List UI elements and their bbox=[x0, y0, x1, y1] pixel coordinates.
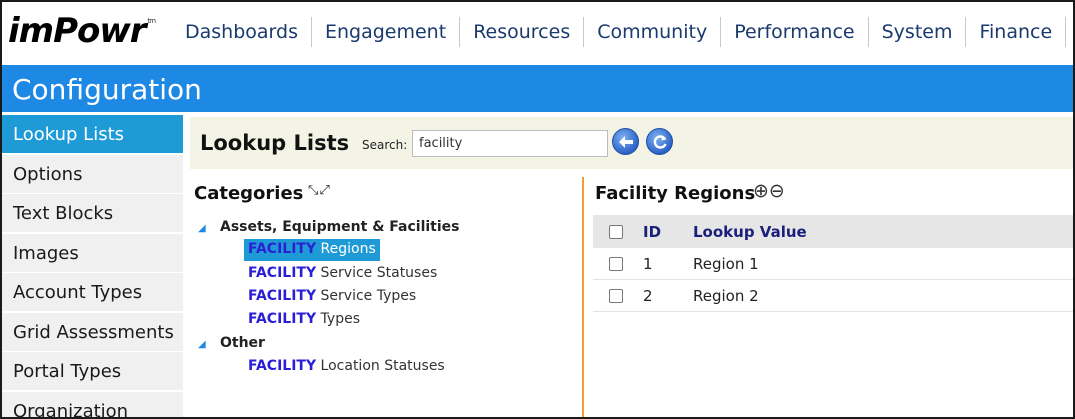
sidebar-item-account-types[interactable]: Account Types bbox=[2, 273, 183, 312]
lookup-values-grid: ID Lookup Value 1 Region 1 2 Region 2 bbox=[593, 215, 1073, 312]
main-nav: Dashboards Engagement Resources Communit… bbox=[172, 16, 1073, 48]
row-checkbox[interactable] bbox=[609, 256, 623, 271]
lookup-lists-header: Lookup Lists Search: bbox=[190, 117, 1073, 169]
main-content: Lookup Lists Search: Categories ⤡⤢ ◢Asse… bbox=[190, 117, 1073, 417]
tree-item-facility-types[interactable]: FACILITY Types bbox=[244, 309, 364, 331]
back-button[interactable] bbox=[612, 128, 639, 155]
panel-splitter[interactable] bbox=[582, 177, 584, 417]
regions-actions: ⊕⊖ bbox=[753, 180, 785, 202]
row-id: 2 bbox=[643, 286, 653, 305]
search-input[interactable] bbox=[412, 130, 608, 157]
tree-group-other[interactable]: ◢ Other bbox=[198, 335, 265, 351]
row-id: 1 bbox=[643, 254, 653, 273]
refresh-button[interactable] bbox=[646, 128, 673, 155]
nav-dashboards[interactable]: Dashboards bbox=[172, 17, 312, 47]
back-arrow-icon bbox=[618, 135, 633, 148]
categories-toggle-icons: ⤡⤢ bbox=[308, 183, 331, 198]
refresh-icon bbox=[653, 134, 667, 149]
sidebar-item-options[interactable]: Options bbox=[2, 154, 183, 194]
sidebar-item-portal-types[interactable]: Portal Types bbox=[2, 352, 183, 391]
tree-expanded-arrow-icon[interactable]: ◢ bbox=[198, 339, 220, 350]
column-lookup-value[interactable]: Lookup Value bbox=[693, 223, 807, 241]
nav-system[interactable]: System bbox=[869, 17, 967, 47]
facility-regions-panel: Facility Regions ⊕⊖ ID Lookup Value 1 Re… bbox=[590, 177, 1073, 417]
section-title: Lookup Lists bbox=[200, 131, 350, 155]
sidebar-item-images[interactable]: Images bbox=[2, 233, 183, 273]
sidebar-item-text-blocks[interactable]: Text Blocks bbox=[2, 194, 183, 233]
page-title: Configuration bbox=[12, 73, 202, 106]
configuration-bar: Configuration bbox=[2, 65, 1073, 112]
nav-engagement[interactable]: Engagement bbox=[312, 17, 461, 47]
sidebar-item-grid-assessments[interactable]: Grid Assessments bbox=[2, 312, 183, 352]
grid-header: ID Lookup Value bbox=[593, 215, 1073, 248]
app-frame: imPowr tm Dashboards Engagement Resources… bbox=[0, 0, 1075, 419]
row-value: Region 1 bbox=[693, 254, 759, 273]
sidebar: Lookup Lists Options Text Blocks Images … bbox=[2, 115, 183, 417]
table-row[interactable]: 1 Region 1 bbox=[593, 248, 1073, 280]
nav-finance[interactable]: Finance bbox=[966, 17, 1067, 47]
column-id[interactable]: ID bbox=[643, 223, 679, 241]
table-row[interactable]: 2 Region 2 bbox=[593, 280, 1073, 312]
categories-panel: Categories ⤡⤢ ◢ Assets, Equipment & Facil… bbox=[190, 177, 582, 417]
tree-item-facility-service-types[interactable]: FACILITY Service Types bbox=[244, 286, 420, 308]
search-label: Search: bbox=[362, 138, 408, 152]
impowr-logo[interactable]: imPowr tm bbox=[8, 11, 156, 51]
tree-expanded-arrow-icon[interactable]: ◢ bbox=[198, 223, 220, 234]
sidebar-item-lookup-lists[interactable]: Lookup Lists bbox=[2, 115, 183, 154]
nav-community[interactable]: Community bbox=[584, 17, 722, 47]
top-bar: imPowr tm Dashboards Engagement Resources… bbox=[2, 2, 1073, 64]
sidebar-item-organization-types[interactable]: Organization Types bbox=[2, 391, 183, 417]
row-value: Region 2 bbox=[693, 286, 759, 305]
tree-item-facility-service-statuses[interactable]: FACILITY Service Statuses bbox=[244, 263, 441, 285]
collapse-icon[interactable]: ⤢ bbox=[319, 183, 330, 198]
tree-item-facility-location-statuses[interactable]: FACILITY Location Statuses bbox=[244, 356, 449, 378]
plus-circle-icon[interactable]: ⊕ bbox=[753, 180, 769, 202]
select-all-checkbox[interactable] bbox=[609, 224, 623, 239]
regions-title: Facility Regions bbox=[595, 183, 756, 204]
nav-performance[interactable]: Performance bbox=[721, 17, 869, 47]
tree-group-assets[interactable]: ◢ Assets, Equipment & Facilities bbox=[198, 219, 460, 235]
tree-item-facility-regions[interactable]: FACILITY Regions bbox=[244, 239, 380, 261]
row-checkbox[interactable] bbox=[609, 288, 623, 303]
minus-circle-icon[interactable]: ⊖ bbox=[769, 180, 785, 202]
nav-resources[interactable]: Resources bbox=[460, 17, 585, 47]
nav-help[interactable]: He bbox=[1066, 17, 1073, 47]
expand-icon[interactable]: ⤡ bbox=[308, 183, 319, 198]
categories-title: Categories bbox=[194, 183, 304, 204]
